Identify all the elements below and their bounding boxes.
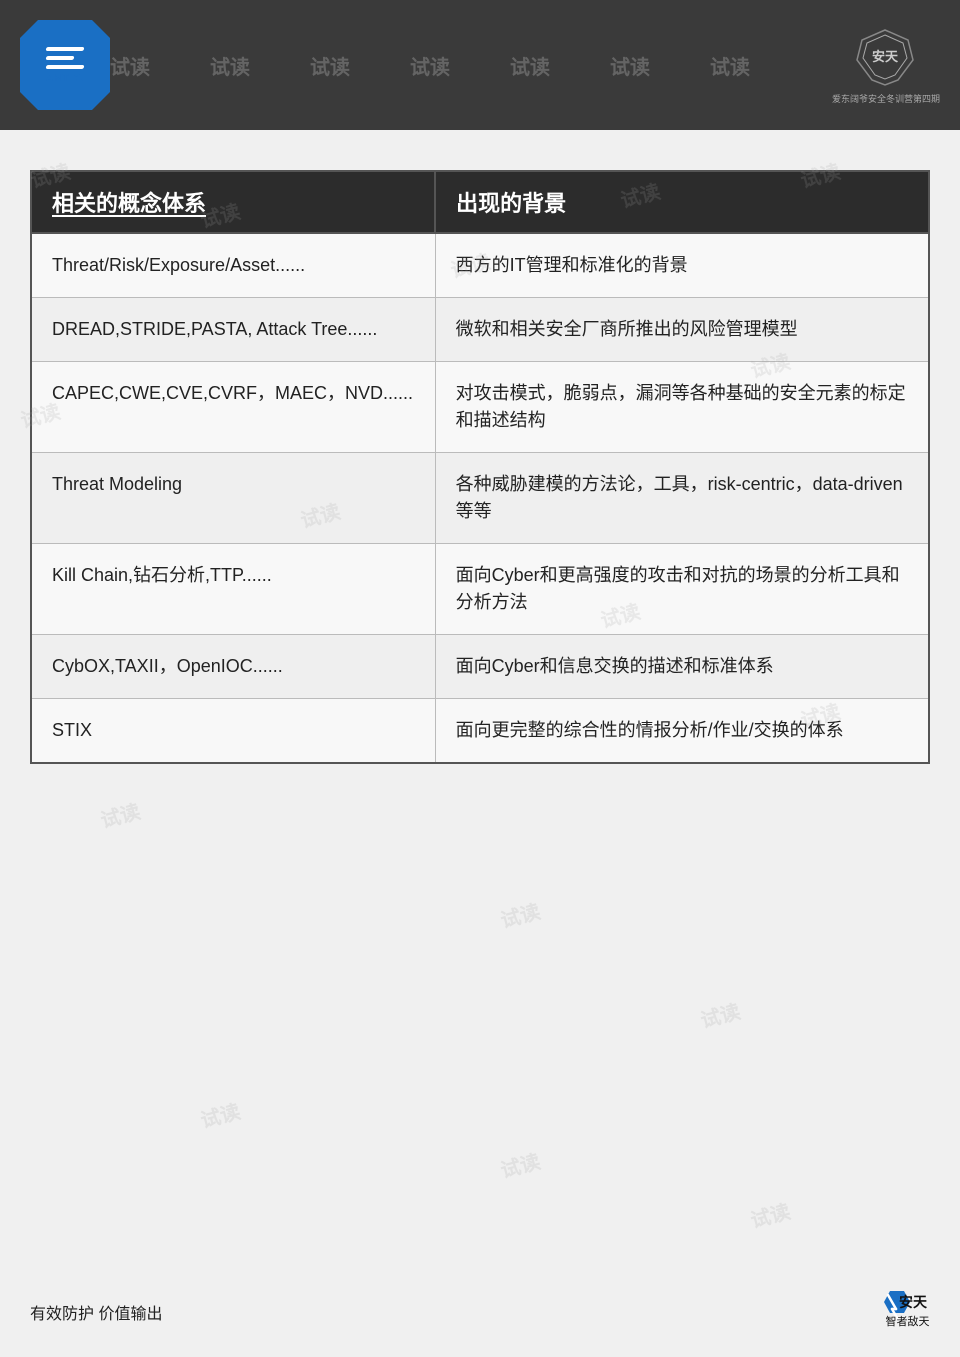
table-cell-left-2: CAPEC,CWE,CVE,CVRF，MAEC，NVD......	[31, 362, 435, 453]
table-cell-right-1: 微软和相关安全厂商所推出的风险管理模型	[435, 298, 929, 362]
svg-text:智者敌天下: 智者敌天下	[886, 1314, 931, 1328]
table-row: CAPEC,CWE,CVE,CVRF，MAEC，NVD...... 对攻击模式，…	[31, 362, 929, 453]
table-row: Threat Modeling 各种威胁建模的方法论，工具，risk-centr…	[31, 453, 929, 544]
header-wm-2: 试读	[210, 51, 250, 80]
logo-line-1	[45, 47, 84, 51]
header-right-subtitle: 爱东阔爷安全冬训营第四期	[832, 92, 940, 105]
col2-header: 出现的背景	[435, 171, 929, 233]
table-row: CybOX,TAXII，OpenIOC...... 面向Cyber和信息交换的描…	[31, 635, 929, 699]
header-wm-7: 试读	[710, 51, 750, 80]
footer-right: 安天 智者敌天下	[870, 1287, 930, 1337]
header: ANTIY. 试读 试读 试读 试读 试读 试读 试读 安天 爱东阔爷安全冬训营…	[0, 0, 960, 130]
footer-left-text: 有效防护 价值输出	[30, 1300, 162, 1324]
table-cell-right-0: 西方的IT管理和标准化的背景	[435, 233, 929, 298]
logo-line-2	[45, 56, 74, 60]
col1-header: 相关的概念体系	[31, 171, 435, 233]
table-cell-right-2: 对攻击模式，脆弱点，漏洞等各种基础的安全元素的标定和描述结构	[435, 362, 929, 453]
logo-lines	[46, 47, 84, 69]
table-cell-left-3: Threat Modeling	[31, 453, 435, 544]
header-wm-6: 试读	[610, 51, 650, 80]
header-right: 安天 爱东阔爷安全冬训营第四期	[832, 25, 940, 105]
body-wm-11: 试读	[497, 895, 543, 933]
table-row: DREAD,STRIDE,PASTA, Attack Tree...... 微软…	[31, 298, 929, 362]
header-wm-5: 试读	[510, 51, 550, 80]
data-table: 相关的概念体系 出现的背景 Threat/Risk/Exposure/Asset…	[30, 170, 930, 764]
header-wm-4: 试读	[410, 51, 450, 80]
table-row: STIX 面向更完整的综合性的情报分析/作业/交换的体系	[31, 699, 929, 764]
logo-line-3	[45, 65, 84, 69]
footer: 有效防护 价值输出 安天 智者敌天下	[0, 1287, 960, 1337]
table-cell-left-5: CybOX,TAXII，OpenIOC......	[31, 635, 435, 699]
header-wm-3: 试读	[310, 51, 350, 80]
table-row: Threat/Risk/Exposure/Asset...... 西方的IT管理…	[31, 233, 929, 298]
main-content: 相关的概念体系 出现的背景 Threat/Risk/Exposure/Asset…	[0, 130, 960, 784]
table-cell-left-6: STIX	[31, 699, 435, 764]
logo-text: ANTIY.	[46, 73, 84, 84]
footer-logo: 安天 智者敌天下	[870, 1287, 930, 1337]
body-wm-10: 试读	[97, 795, 143, 833]
footer-brand-svg: 安天 智者敌天下	[870, 1287, 930, 1337]
body-wm-13: 试读	[197, 1095, 243, 1133]
table-cell-left-0: Threat/Risk/Exposure/Asset......	[31, 233, 435, 298]
table-cell-right-5: 面向Cyber和信息交换的描述和标准体系	[435, 635, 929, 699]
svg-text:安天: 安天	[872, 49, 899, 64]
body-wm-15: 试读	[747, 1195, 793, 1233]
body-wm-14: 试读	[497, 1145, 543, 1183]
table-row: Kill Chain,钻石分析,TTP...... 面向Cyber和更高强度的攻…	[31, 544, 929, 635]
table-cell-right-3: 各种威胁建模的方法论，工具，risk-centric，data-driven等等	[435, 453, 929, 544]
header-right-logo-svg: 安天	[843, 25, 928, 90]
svg-text:安天: 安天	[899, 1294, 928, 1310]
table-cell-right-6: 面向更完整的综合性的情报分析/作业/交换的体系	[435, 699, 929, 764]
table-header-row: 相关的概念体系 出现的背景	[31, 171, 929, 233]
table-cell-left-4: Kill Chain,钻石分析,TTP......	[31, 544, 435, 635]
header-wm-1: 试读	[110, 51, 150, 80]
header-watermarks: 试读 试读 试读 试读 试读 试读 试读	[90, 0, 820, 130]
logo: ANTIY.	[20, 20, 110, 110]
table-cell-right-4: 面向Cyber和更高强度的攻击和对抗的场景的分析工具和分析方法	[435, 544, 929, 635]
table-cell-left-1: DREAD,STRIDE,PASTA, Attack Tree......	[31, 298, 435, 362]
body-wm-12: 试读	[697, 995, 743, 1033]
